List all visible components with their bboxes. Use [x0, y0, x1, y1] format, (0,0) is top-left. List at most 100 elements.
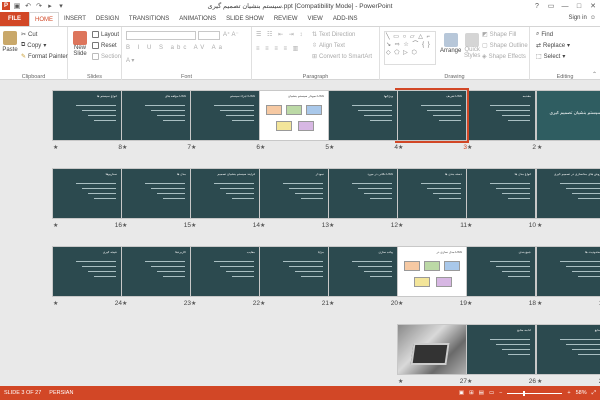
- text-direction-button[interactable]: ⇅ Text Direction: [312, 31, 355, 39]
- collapse-ribbon-icon[interactable]: ⌃: [592, 71, 597, 78]
- tab-add-ins[interactable]: ADD-INS: [328, 12, 363, 26]
- transition-star-icon[interactable]: ★: [191, 300, 196, 307]
- maximize-button[interactable]: □: [572, 0, 586, 12]
- language-indicator[interactable]: PERSIAN: [49, 390, 73, 396]
- shape-outline-button[interactable]: ▢ Shape Outline: [482, 42, 528, 50]
- slide-thumbnail[interactable]: سناریوها: [52, 168, 122, 219]
- transition-star-icon[interactable]: ★: [467, 300, 472, 307]
- transition-star-icon[interactable]: ★: [191, 144, 196, 151]
- slide-thumbnail[interactable]: کاربردها: [121, 246, 191, 297]
- transition-star-icon[interactable]: ★: [122, 300, 127, 307]
- redo-icon[interactable]: ↷: [35, 2, 43, 10]
- slide-thumbnail[interactable]: دسته بندی ها: [397, 168, 467, 219]
- reset-button[interactable]: Reset: [92, 42, 117, 49]
- sign-in-label[interactable]: Sign in: [569, 15, 587, 21]
- slide-thumbnail[interactable]: نتیجه گیری: [52, 246, 122, 297]
- ribbon-display-options-icon[interactable]: ▭: [544, 0, 558, 12]
- transition-star-icon[interactable]: ★: [53, 144, 58, 151]
- font-style-buttons[interactable]: B I U S abc AV Aa: [126, 45, 225, 51]
- transition-star-icon[interactable]: ★: [53, 300, 58, 307]
- slide-thumbnail[interactable]: سیستم بنشیان تصمیم گیری: [536, 90, 600, 141]
- transition-star-icon[interactable]: ★: [398, 300, 403, 307]
- replace-button[interactable]: ⇄ Replace ▾: [536, 42, 570, 50]
- transition-star-icon[interactable]: ★: [467, 144, 472, 151]
- transition-star-icon[interactable]: ★: [537, 378, 542, 385]
- zoom-out-button[interactable]: −: [499, 390, 502, 396]
- transition-star-icon[interactable]: ★: [260, 144, 265, 151]
- slide-thumbnail[interactable]: پیاده سازی: [328, 246, 398, 297]
- tab-review[interactable]: REVIEW: [269, 12, 303, 26]
- new-slide-button[interactable]: New Slide: [71, 31, 89, 57]
- section-button[interactable]: Section: [92, 53, 121, 60]
- copy-button[interactable]: ⧉ Copy ▾: [21, 42, 46, 49]
- align-buttons[interactable]: ≡ ≡ ≡ ≡ ▥: [256, 45, 300, 52]
- help-icon[interactable]: ?: [530, 0, 544, 12]
- transition-star-icon[interactable]: ★: [329, 144, 334, 151]
- tab-slide-show[interactable]: SLIDE SHOW: [221, 12, 269, 26]
- transition-star-icon[interactable]: ★: [122, 222, 127, 229]
- transition-star-icon[interactable]: ★: [467, 378, 472, 385]
- sign-in[interactable]: Sign in ☺: [569, 15, 597, 21]
- slide-thumbnail[interactable]: مؤلفه های DSS: [121, 90, 191, 141]
- transition-star-icon[interactable]: ★: [191, 222, 196, 229]
- slide-thumbnail[interactable]: [397, 324, 467, 375]
- tab-insert[interactable]: INSERT: [59, 12, 91, 26]
- tab-design[interactable]: DESIGN: [91, 12, 124, 26]
- find-button[interactable]: ⌕ Find: [536, 31, 553, 38]
- shape-effects-button[interactable]: ◈ Shape Effects: [482, 53, 526, 61]
- tab-animations[interactable]: ANIMATIONS: [174, 12, 221, 26]
- normal-view-icon[interactable]: ▣: [459, 390, 464, 396]
- slide-thumbnail[interactable]: روش های مدلسازی در تصمیم گیری: [536, 168, 600, 219]
- slide-thumbnail[interactable]: جمع بندی: [466, 246, 536, 297]
- slide-thumbnail[interactable]: منابع: [536, 324, 600, 375]
- transition-star-icon[interactable]: ★: [122, 144, 127, 151]
- transition-star-icon[interactable]: ★: [398, 378, 403, 385]
- convert-smartart-button[interactable]: ⊞ Convert to SmartArt: [312, 53, 372, 61]
- save-icon[interactable]: ▣: [13, 2, 21, 10]
- slide-thumbnail[interactable]: نمودار: [259, 168, 329, 219]
- slide-thumbnail[interactable]: معایب: [190, 246, 260, 297]
- slide-thumbnail[interactable]: نمودار سیستم بنشیان DSS: [259, 90, 329, 141]
- fit-to-window-icon[interactable]: ⤢: [592, 390, 596, 397]
- tab-file[interactable]: FILE: [0, 12, 29, 26]
- shape-fill-button[interactable]: ◩ Shape Fill: [482, 31, 516, 39]
- slide-thumbnail[interactable]: مدل ها: [121, 168, 191, 219]
- slide-thumbnail[interactable]: انواع سیستم ها: [52, 90, 122, 141]
- transition-star-icon[interactable]: ★: [467, 222, 472, 229]
- transition-star-icon[interactable]: ★: [537, 300, 542, 307]
- slide-thumbnail[interactable]: انواع مدل ها: [466, 168, 536, 219]
- slide-thumbnail[interactable]: نکاتی در مورد DSS: [328, 168, 398, 219]
- slide-thumbnail[interactable]: محدودیت ها: [536, 246, 600, 297]
- start-from-beginning-icon[interactable]: ▸: [46, 2, 54, 10]
- transition-star-icon[interactable]: ★: [329, 300, 334, 307]
- smiley-feedback-icon[interactable]: ☺: [590, 15, 596, 21]
- font-color-button[interactable]: A ▾: [126, 57, 134, 64]
- customize-qat-icon[interactable]: ▾: [57, 2, 65, 10]
- transition-star-icon[interactable]: ★: [537, 144, 542, 151]
- slide-sorter-view-icon[interactable]: ⊞: [469, 390, 474, 396]
- tab-transitions[interactable]: TRANSITIONS: [124, 12, 174, 26]
- zoom-slider-thumb[interactable]: [523, 390, 526, 396]
- transition-star-icon[interactable]: ★: [398, 222, 403, 229]
- font-name-field[interactable]: [126, 31, 196, 40]
- slide-thumbnail[interactable]: تعریف DSS: [395, 88, 469, 143]
- transition-star-icon[interactable]: ★: [53, 222, 58, 229]
- slide-thumbnail[interactable]: مدل سازی در DSS: [397, 246, 467, 297]
- zoom-in-button[interactable]: +: [567, 390, 570, 396]
- tab-view[interactable]: VIEW: [303, 12, 328, 26]
- slide-thumbnail[interactable]: اجزاء سیستم DSS: [190, 90, 260, 141]
- shapes-gallery[interactable]: ╲ ▭ ○ ▱ △ ⌐ ↘ ⇨ ☆ ⌒ { } ◇ ⬠ ▷ ⬡: [384, 31, 436, 65]
- undo-icon[interactable]: ↶: [24, 2, 32, 10]
- slide-thumbnail[interactable]: مزایا: [259, 246, 329, 297]
- layout-button[interactable]: Layout: [92, 31, 119, 38]
- close-button[interactable]: ✕: [586, 0, 600, 12]
- tab-home[interactable]: HOME: [29, 12, 59, 26]
- transition-star-icon[interactable]: ★: [260, 222, 265, 229]
- select-button[interactable]: ⬚ Select ▾: [536, 53, 565, 61]
- slide-thumbnail[interactable]: ادامه منابع: [466, 324, 536, 375]
- align-text-button[interactable]: ⇳ Align Text: [312, 42, 345, 50]
- format-painter-button[interactable]: ✎ Format Painter: [21, 53, 68, 61]
- cut-button[interactable]: ✂ Cut: [21, 31, 37, 39]
- arrange-button[interactable]: Arrange: [440, 33, 461, 54]
- font-size-buttons[interactable]: A⁺ A⁻: [223, 31, 239, 38]
